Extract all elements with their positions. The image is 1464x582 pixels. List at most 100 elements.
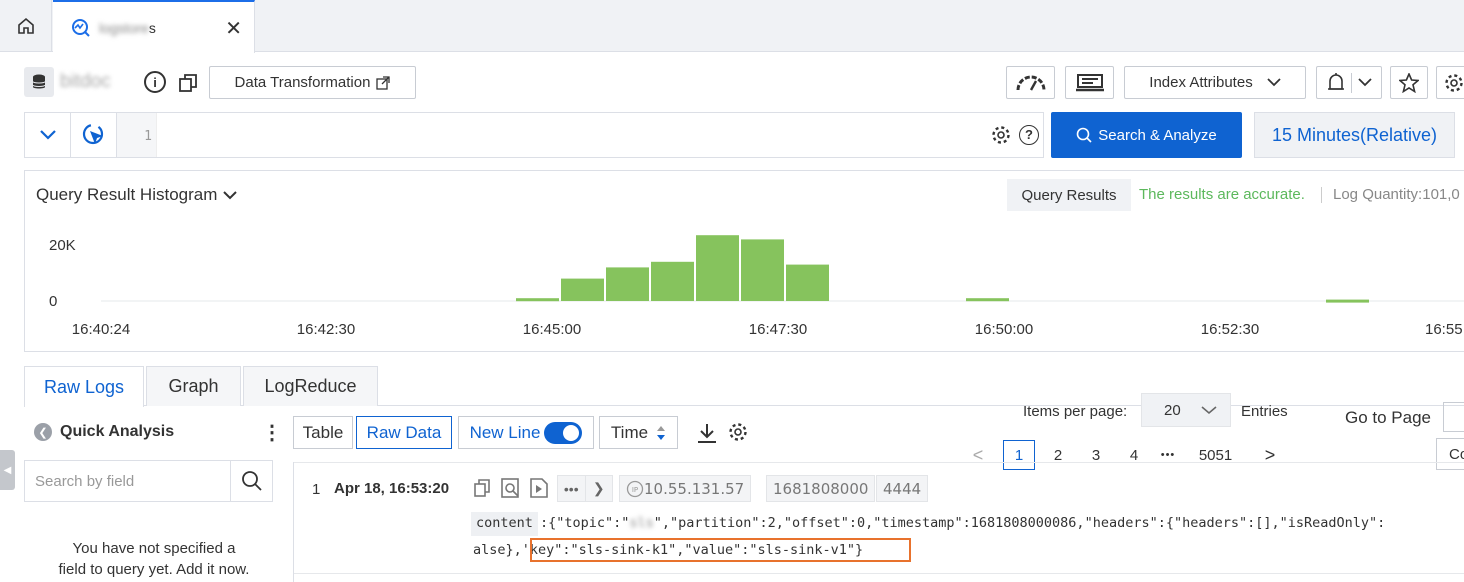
port-tag[interactable]: 4444 [876,475,929,502]
tab-logstore[interactable]: logstores ✕ [53,0,255,53]
log-divider [294,573,1464,574]
expand-button[interactable] [25,113,71,157]
log-time: Apr 18, 16:53:20 [334,480,450,497]
query-results-button[interactable]: Query Results [1007,179,1131,211]
chevron-down-icon [223,190,238,199]
index-attributes-dropdown[interactable]: Index Attributes [1124,66,1306,99]
more-options-icon[interactable]: ⋮ [262,420,282,445]
gauge-button[interactable] [1006,66,1055,99]
alert-button[interactable] [1316,66,1382,99]
star-icon [1399,72,1419,93]
data-transformation-label: Data Transformation [234,74,371,91]
y-tick-label: 20K [49,237,76,254]
dashboard-icon [1075,73,1104,91]
sort-icon [657,425,666,440]
time-range-picker[interactable]: 15 Minutes(Relative) [1254,112,1455,158]
line-number: 1 [117,113,157,157]
empty-message-line-1: You have not specified a [72,540,236,557]
panel-divider [293,462,294,582]
timestamp-tag[interactable]: 1681808000 [766,475,876,502]
context-search-icon[interactable] [500,477,522,499]
items-per-page-value: 20 [1164,401,1181,419]
table-view-button[interactable]: Table [293,416,353,449]
histogram-bar[interactable] [741,239,784,301]
settings-button[interactable] [1436,66,1464,99]
query-assistant-button[interactable] [71,113,117,157]
histogram-bar[interactable] [786,264,829,301]
logstore-name: bitdoc [60,71,111,92]
histogram-bar[interactable] [696,235,739,301]
home-tab[interactable] [0,0,52,52]
svg-text:IP: IP [632,486,638,494]
chevron-down-icon [39,130,56,140]
histogram-bar[interactable] [1326,299,1369,303]
new-line-toggle[interactable] [544,421,583,444]
page-ellipsis[interactable]: ••• [1153,440,1183,470]
data-transformation-button[interactable]: Data Transformation [209,66,416,99]
livetail-icon[interactable] [528,477,550,499]
new-line-label: New Line [469,422,541,442]
page-2[interactable]: 2 [1043,440,1073,470]
trend-search-icon [72,18,90,37]
page-4[interactable]: 4 [1119,440,1149,470]
close-icon[interactable]: ✕ [225,16,242,41]
x-tick-label: 16:47:30 [749,321,807,338]
histogram-bar[interactable] [966,298,1009,302]
histogram-title[interactable]: Query Result Histogram [36,185,238,205]
ip-tag[interactable]: IP 10.55.131.57 [619,475,752,502]
go-to-page-label: Go to Page [1345,408,1432,427]
index-attributes-label: Index Attributes [1149,74,1253,91]
help-icon[interactable]: ? [1019,125,1039,145]
favorite-button[interactable] [1390,66,1428,99]
search-analyze-label: Search & Analyze [1098,126,1217,144]
more-actions[interactable]: ••• ❯ [557,475,613,502]
field-search-button[interactable] [230,461,272,501]
x-tick-label: 16:50:00 [975,321,1033,338]
histogram-bar[interactable] [516,298,559,302]
log-quantity: Log Quantity:101,0 [1333,186,1460,203]
query-input[interactable] [157,113,977,157]
log-divider [294,462,1464,463]
go-button[interactable]: Co [1436,438,1464,470]
chevron-right-icon: ❯ [592,480,605,496]
page-5051[interactable]: 5051 [1193,440,1238,470]
more-icon: ••• [563,480,579,497]
histogram-bar[interactable] [651,261,694,301]
page-1[interactable]: 1 [1003,440,1035,470]
time-sort-button[interactable]: Time [599,416,678,449]
collapse-sidebar-handle[interactable]: ◀ [0,450,15,490]
field-search-input[interactable] [25,461,231,501]
copy-icon[interactable] [473,477,493,499]
external-link-icon [376,75,391,90]
content-field-value[interactable]: :{"topic":"sls","partition":2,"offset":0… [540,515,1385,531]
content-line2-start: alse},' [473,542,530,558]
page-3[interactable]: 3 [1081,440,1111,470]
histogram-bar[interactable] [606,267,649,301]
info-icon[interactable]: i [144,71,166,93]
search-icon [241,471,262,491]
copy-icon[interactable] [178,73,198,93]
tab-graph[interactable]: Graph [146,366,241,406]
dashboard-button[interactable] [1065,66,1114,99]
tab-raw-logs[interactable]: Raw Logs [24,366,144,407]
tab-logreduce[interactable]: LogReduce [243,366,378,406]
next-page-button[interactable]: > [1258,440,1282,470]
gear-icon[interactable] [728,422,748,442]
ip-value: 10.55.131.57 [644,479,745,498]
search-analyze-button[interactable]: Search & Analyze [1051,112,1242,158]
download-icon[interactable] [696,422,718,444]
content-field-key[interactable]: content [471,512,538,536]
divider [1321,187,1322,203]
highlight-box [530,538,911,562]
x-tick-label: 16:42:30 [297,321,355,338]
gauge-icon [1016,75,1045,91]
prev-page-button[interactable]: < [966,440,990,470]
raw-data-view-button[interactable]: Raw Data [356,416,452,449]
accuracy-status: The results are accurate. [1139,186,1305,203]
quick-analysis-title: Quick Analysis [60,423,175,440]
collapse-left-icon[interactable]: ❮ [34,423,52,441]
go-to-page-input[interactable] [1443,402,1464,432]
items-per-page-select[interactable]: 20 [1141,393,1231,427]
gear-icon[interactable] [991,125,1011,145]
histogram-bar[interactable] [561,278,604,301]
